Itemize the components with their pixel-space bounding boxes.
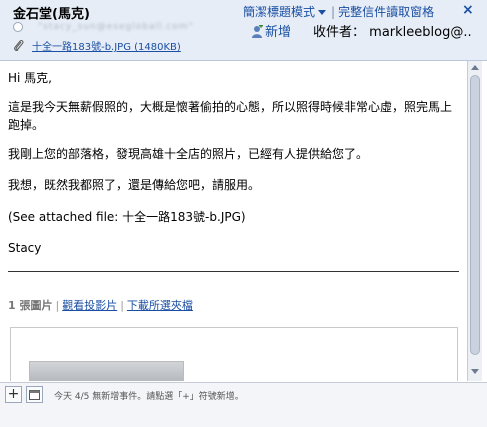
header-view-links: 簡潔標題模式 | 完整信件讀取窗格 [243, 5, 435, 19]
recipient-value: markleeblog@.. [369, 25, 472, 40]
download-selected-link[interactable]: 下載所選夾檔 [127, 299, 193, 312]
signature: Stacy [8, 241, 42, 255]
person-add-icon [252, 25, 263, 38]
divider [8, 271, 459, 272]
body-paragraph: 我想，既然我都照了，還是傳給您吧，請服用。 [8, 178, 261, 192]
photo-toolbar: 1 張圖片 | 觀看投影片 | 下載所選夾檔 [8, 299, 193, 312]
scrollbar-thumb[interactable] [470, 75, 480, 355]
photo-count: 1 張圖片 [8, 299, 53, 312]
chevron-down-icon [318, 9, 327, 15]
attachment-link[interactable]: 十全一路183號-b.JPG (1480KB) [32, 42, 181, 53]
paperclip-icon [14, 40, 24, 52]
body-paragraph: 我剛上您的部落格，發現高雄十全店的照片，已經有人提供給您了。 [8, 147, 369, 161]
calendar-status: 今天 4/5 無新增事件。請點選「+」符號新增。 [54, 392, 244, 402]
attachment-row: 十全一路183號-b.JPG (1480KB) [13, 38, 181, 53]
sender-name: 金石堂(馬克) [13, 7, 90, 22]
plus-icon[interactable]: + [5, 386, 22, 403]
close-icon[interactable]: × [462, 2, 474, 18]
attached-file-note: (See attached file: 十全一路183號-b.JPG) [8, 210, 246, 224]
add-contact-button[interactable]: 新增 [252, 21, 291, 40]
radio-icon[interactable] [13, 22, 23, 32]
body-paragraph: 這是我今天無薪假照的，大概是懷著偷拍的心態，所以照得時候非常心虛，照完馬上跑掉。 [8, 100, 453, 132]
message-body: Hi 馬克, 這是我今天無薪假照的，大概是懷著偷拍的心態，所以照得時候非常心虛，… [0, 61, 467, 381]
scroll-up-icon[interactable] [471, 65, 479, 70]
full-read-pane-link[interactable]: 完整信件讀取窗格 [338, 5, 434, 19]
photo-thumbnail[interactable] [29, 361, 184, 381]
greeting: Hi 馬克, [8, 71, 52, 85]
message-header: 金石堂(馬克) 簡潔標題模式 | 完整信件讀取窗格 × "stacy_sun@ese… [0, 0, 487, 61]
vertical-scrollbar[interactable] [467, 61, 482, 381]
recipient-line: 收件者： markleeblog@.. [313, 21, 472, 40]
photo-attachment-box [10, 327, 458, 381]
slideshow-link[interactable]: 觀看投影片 [62, 299, 117, 312]
sender-email: "stacy_sun@esegloball.com" [38, 22, 194, 32]
calendar-icon[interactable] [26, 386, 43, 403]
view-mode-dropdown[interactable]: 簡潔標題模式 [243, 5, 328, 19]
calendar-footer: + 今天 4/5 無新增事件。請點選「+」符號新增。 [0, 382, 487, 427]
scroll-down-icon[interactable] [471, 369, 479, 374]
add-button-label: 新增 [265, 25, 292, 40]
recipient-label: 收件者： [313, 25, 366, 40]
